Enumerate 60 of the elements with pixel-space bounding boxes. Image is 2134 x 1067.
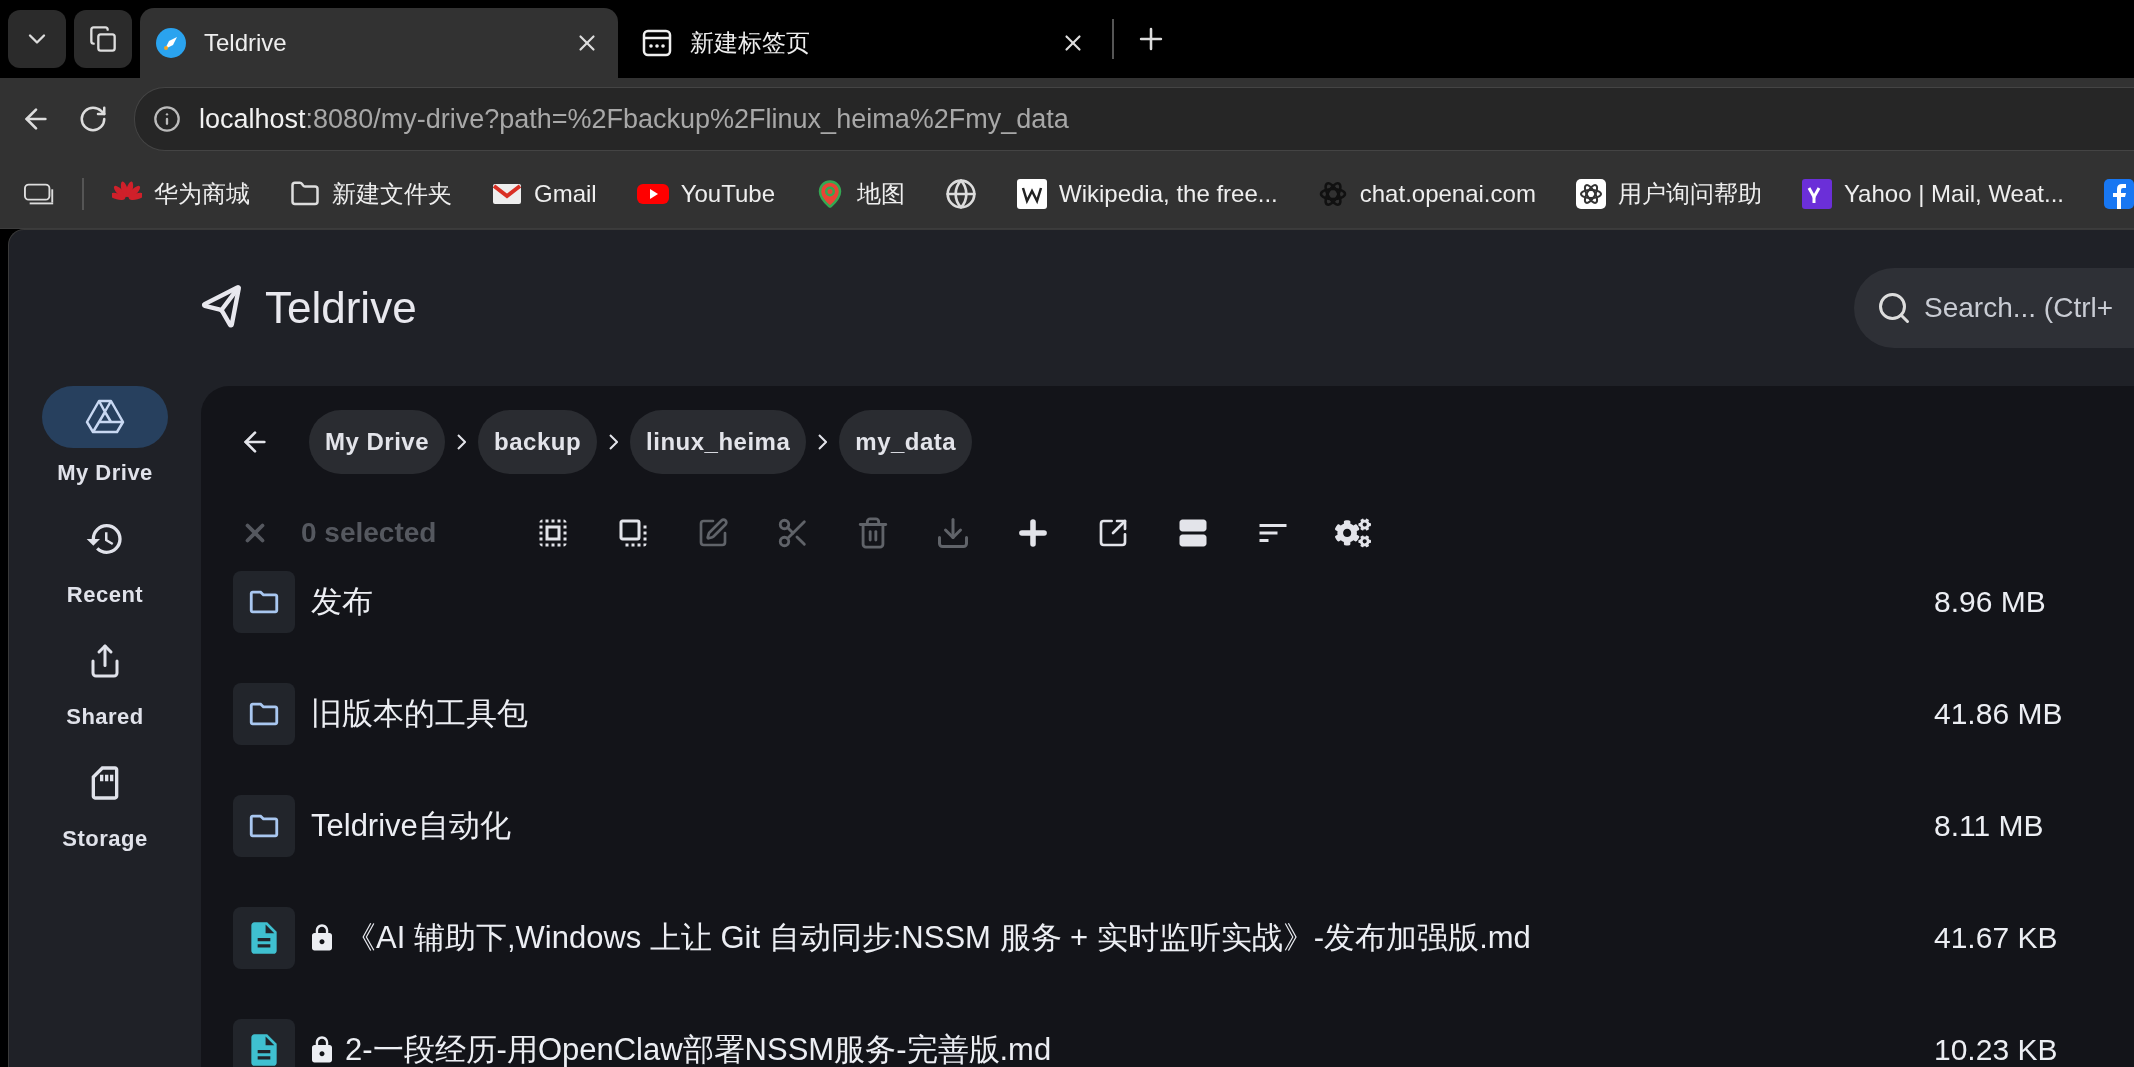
bookmark[interactable]: Yahoo | Mail, Weat...: [1801, 179, 2064, 209]
yahoo-logo-icon: [1801, 179, 1832, 209]
bookmark[interactable]: 新建文件夹: [290, 178, 452, 210]
edit-icon: [697, 517, 729, 549]
address-field[interactable]: localhost:8080/my-drive?path=%2Fbackup%2Flinux_heima%2Fmy_data: [134, 87, 2134, 151]
tab-groups-button[interactable]: [74, 10, 132, 68]
search-icon: [1876, 290, 1912, 326]
file-name[interactable]: 发布: [311, 581, 1934, 623]
tab-page-icon: [642, 28, 672, 58]
sidebar-item[interactable]: My Drive: [30, 386, 180, 486]
bookmark[interactable]: 用户询问帮助: [1575, 178, 1762, 210]
breadcrumb[interactable]: My Drive: [309, 410, 446, 474]
bookmark[interactable]: 华为商城: [112, 178, 250, 210]
breadcrumb[interactable]: backup: [478, 410, 598, 474]
chevron-right-icon: [818, 434, 828, 450]
wiki-logo-icon: [1017, 179, 1047, 209]
drive-icon: [85, 399, 125, 435]
bookmark[interactable]: 地图: [815, 178, 905, 210]
file-name[interactable]: Teldrive自动化: [311, 805, 1934, 847]
breadcrumb[interactable]: linux_heima: [630, 410, 807, 474]
stacked-squares-icon: [89, 25, 117, 53]
sidebar-item[interactable]: Storage: [30, 752, 180, 852]
file-name[interactable]: 《AI 辅助下,Windows 上让 Git 自动同步:NSSM 服务 + 实时监听实战》-发布加强版.md: [345, 917, 1934, 959]
reading-list-icon: [24, 183, 55, 205]
browser-tab[interactable]: Teldrive: [140, 8, 618, 78]
bookmark[interactable]: [945, 178, 977, 210]
browser-tab[interactable]: 新建标签页: [626, 8, 1104, 78]
info-icon: [153, 105, 181, 133]
facebook-logo-icon: [2104, 179, 2134, 209]
download-icon: [935, 515, 971, 551]
bookmark[interactable]: [2104, 179, 2134, 209]
bookmark[interactable]: Wikipedia, the free...: [1017, 179, 1278, 209]
external-link-icon: [1097, 517, 1129, 549]
chevron-right-icon: [457, 434, 467, 450]
file-size: 8.96 MB: [1934, 585, 2047, 619]
bookmark[interactable]: Gmail: [492, 180, 597, 208]
bookmark[interactable]: YouTube: [636, 180, 775, 208]
knot-logo-icon: [1317, 179, 1348, 209]
file-name[interactable]: 旧版本的工具包: [311, 693, 1934, 735]
chevron-right-icon: [609, 434, 619, 450]
search-field[interactable]: Search... (Ctrl+: [1854, 268, 2134, 348]
app-title: Teldrive: [265, 283, 417, 333]
envelope-logo-icon: [492, 182, 522, 206]
knot-logo-icon: [1575, 179, 1606, 209]
file-size: 41.86 MB: [1934, 697, 2064, 731]
bookmark[interactable]: chat.openai.com: [1317, 179, 1536, 209]
trash-icon: [856, 516, 890, 550]
reload-button[interactable]: [78, 104, 108, 134]
file-size: 10.23 KB: [1934, 1033, 2059, 1067]
breadcrumb[interactable]: my_data: [839, 410, 973, 474]
file-size: 8.11 MB: [1934, 809, 2045, 843]
sidebar-item[interactable]: Recent: [30, 508, 180, 608]
file-name[interactable]: 2-一段经历-用OpenClaw部署NSSM服务-完善版.md: [345, 1029, 1934, 1067]
sidebar-item[interactable]: Shared: [30, 630, 180, 730]
play-logo-icon: [636, 182, 669, 206]
rocket-logo-icon: [156, 28, 186, 58]
selection-count: 0 selected: [301, 517, 438, 549]
globe-icon: [945, 178, 977, 210]
file-size: 41.67 KB: [1934, 921, 2059, 955]
reload-icon: [78, 104, 108, 134]
